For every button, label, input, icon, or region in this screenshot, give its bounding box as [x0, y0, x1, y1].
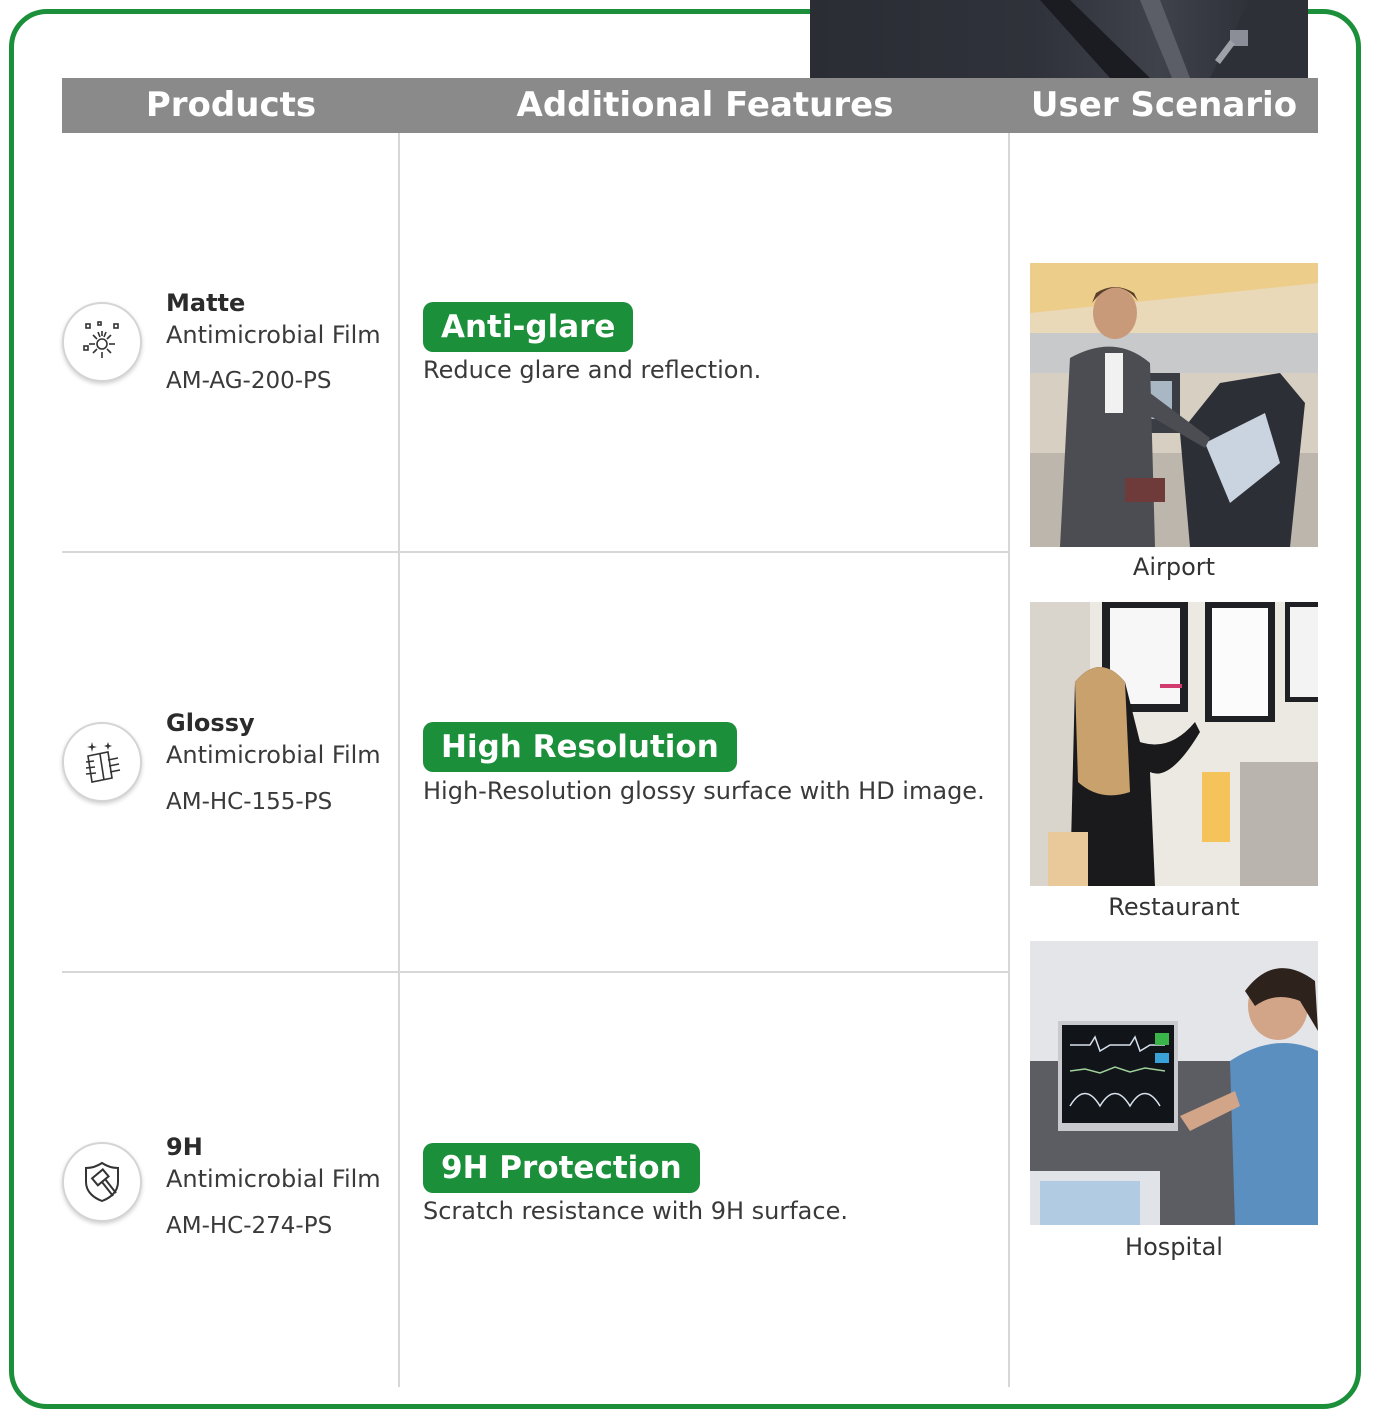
product-type: Antimicrobial Film: [166, 1165, 381, 1193]
product-code: AM-AG-200-PS: [166, 368, 332, 394]
product-name: Glossy: [166, 709, 255, 737]
glossy-surface-icon: [62, 722, 142, 802]
scenario-caption: Restaurant: [1108, 893, 1240, 921]
product-type: Antimicrobial Film: [166, 321, 381, 349]
product-name: Matte: [166, 289, 246, 317]
row-divider: [62, 551, 1008, 553]
product-name: 9H: [166, 1133, 203, 1161]
sparkle-sun-icon: [62, 302, 142, 382]
feature-badge: 9H Protection: [423, 1143, 700, 1193]
feature-description: Scratch resistance with 9H surface.: [423, 1197, 848, 1225]
header-features: Additional Features: [516, 85, 894, 125]
table-header: Products Additional Features User Scenar…: [62, 78, 1318, 133]
airport-photo: [1030, 263, 1318, 547]
hospital-photo: [1030, 941, 1318, 1225]
top-kiosk-photo: [810, 0, 1308, 78]
shield-hammer-icon: [62, 1142, 142, 1222]
restaurant-photo: [1030, 602, 1318, 886]
header-scenario: User Scenario: [1030, 85, 1298, 125]
product-type: Antimicrobial Film: [166, 741, 381, 769]
scenario-caption: Hospital: [1125, 1233, 1223, 1261]
row-divider: [62, 971, 1008, 973]
scenario-caption: Airport: [1132, 553, 1216, 581]
product-code: AM-HC-155-PS: [166, 789, 333, 815]
column-divider: [398, 133, 400, 1387]
column-divider: [1008, 133, 1010, 1387]
feature-badge: Anti-glare: [423, 302, 634, 352]
feature-description: High-Resolution glossy surface with HD i…: [423, 777, 985, 805]
product-code: AM-HC-274-PS: [166, 1213, 333, 1239]
feature-description: Reduce glare and reflection.: [423, 356, 762, 384]
feature-badge: High Resolution: [423, 722, 737, 772]
header-products: Products: [145, 85, 317, 125]
